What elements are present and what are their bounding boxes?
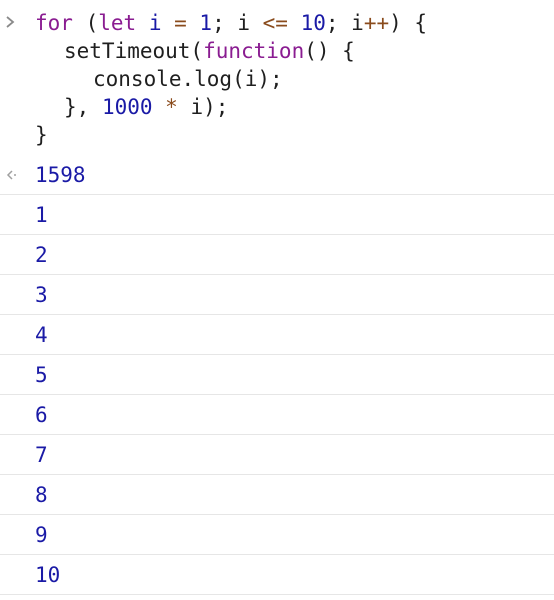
chevron-right-icon [6, 16, 15, 28]
keyword-for: for [35, 11, 73, 35]
log-row-9[interactable]: 9 [0, 515, 554, 555]
paren-open: ( [72, 11, 99, 35]
keyword-function: function [203, 39, 305, 63]
log-row-4[interactable]: 4 [0, 315, 554, 355]
log-value: 2 [35, 243, 48, 267]
log-row-6[interactable]: 6 [0, 395, 554, 435]
paren-close-brace: ) { [389, 11, 428, 35]
number-1000: 1000 [101, 95, 153, 119]
code-line-4: }, 1000 * i); [35, 93, 554, 121]
log-row-1[interactable]: 1 [0, 195, 554, 235]
variable-i: i [136, 11, 175, 35]
number-10: 10 [287, 11, 326, 35]
result-value: 1598 [35, 163, 86, 187]
log-row-2[interactable]: 2 [0, 235, 554, 275]
log-row-10[interactable]: 10 [0, 555, 554, 595]
semicolon-i: ; i [212, 11, 263, 35]
multiply-operator: * [152, 95, 191, 119]
assign-operator: = [174, 11, 187, 35]
devtools-console: for (let i = 1; i <= 10; i++) { setTimeo… [0, 0, 554, 600]
keyword-let: let [98, 11, 137, 35]
code-line-5: } [35, 121, 554, 149]
number-1: 1 [186, 11, 213, 35]
console-input-entry[interactable]: for (let i = 1; i <= 10; i++) { setTimeo… [0, 0, 554, 149]
arg-i-close: i); [190, 95, 229, 119]
closing-brace: } [35, 123, 48, 147]
log-value: 1 [35, 203, 48, 227]
console-log-call: console.log(i); [93, 67, 283, 91]
code-line-1: for (let i = 1; i <= 10; i++) { [35, 9, 554, 37]
log-value: 9 [35, 523, 48, 547]
log-row-3[interactable]: 3 [0, 275, 554, 315]
log-value: 10 [35, 563, 61, 587]
close-brace-comma: }, [64, 95, 102, 119]
log-value: 8 [35, 483, 48, 507]
log-value: 7 [35, 443, 48, 467]
log-value: 3 [35, 283, 48, 307]
code-line-2: setTimeout(function() { [35, 37, 554, 65]
semicolon-i-2: ; i [325, 11, 364, 35]
console-result-row[interactable]: 1598 [0, 155, 554, 195]
log-value: 6 [35, 403, 48, 427]
lte-operator: <= [262, 11, 288, 35]
code-line-3: console.log(i); [35, 65, 554, 93]
log-row-8[interactable]: 8 [0, 475, 554, 515]
log-value: 5 [35, 363, 48, 387]
increment-operator: ++ [363, 11, 390, 35]
settimeout-call: setTimeout( [64, 39, 204, 63]
log-row-7[interactable]: 7 [0, 435, 554, 475]
log-row-5[interactable]: 5 [0, 355, 554, 395]
log-value: 4 [35, 323, 48, 347]
return-arrow-icon [6, 170, 16, 180]
function-parens: () { [304, 39, 355, 63]
